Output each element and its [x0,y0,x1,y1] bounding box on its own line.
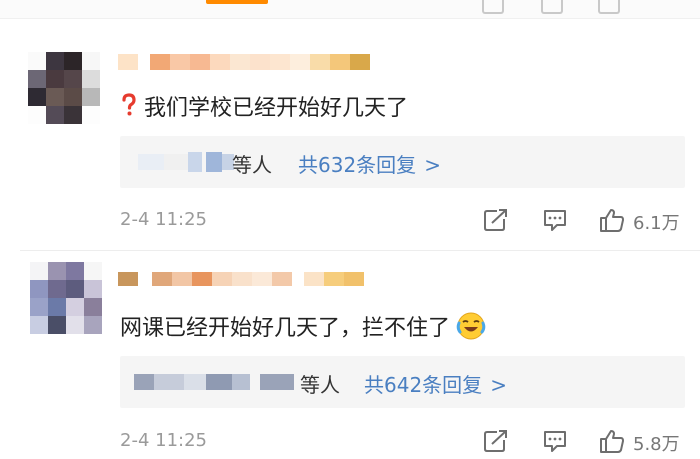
question-mark-icon [122,93,136,116]
top-partial-toolbar [0,0,700,19]
comment-item: 网课已经开始好几天了，拦不住了 等人 共642条回复 > 2-4 11:25 5… [0,254,700,459]
like-count: 6.1万 [633,213,680,234]
reply-count-link[interactable]: 共642条回复 > [364,369,507,398]
timestamp: 2-4 11:25 [120,430,207,451]
active-tab-indicator [206,0,268,4]
reply-users-pixelated [138,136,234,188]
timestamp: 2-4 11:25 [120,209,207,230]
comment-meta: 2-4 11:25 6.1万 [0,207,700,237]
replies-preview[interactable]: 等人 共642条回复 > [120,356,685,408]
comment-body: 我们学校已经开始好几天了 [144,96,409,121]
avatar[interactable] [30,262,102,334]
reply-users-suffix: 等人 [232,153,272,177]
reply-users-pixelated [134,356,294,408]
like-icon-partial[interactable] [598,0,620,14]
like-count: 5.8万 [633,434,680,455]
chevron-right-icon: > [424,153,441,177]
thumbs-up-icon[interactable] [598,207,626,233]
share-icon[interactable] [482,207,510,233]
share-icon[interactable] [482,428,510,454]
comment-item: 我们学校已经开始好几天了 等人 共632条回复 > 2-4 11:25 6.1万 [0,30,700,252]
comment-body: 网课已经开始好几天了，拦不住了 [120,316,451,341]
avatar[interactable] [28,52,100,124]
comment-meta: 2-4 11:25 5.8万 [0,428,700,458]
comment-icon-partial[interactable] [541,0,563,14]
reply-users-suffix: 等人 [300,373,340,397]
username-pixelated[interactable] [118,54,370,70]
username-pixelated[interactable] [118,260,364,298]
comment-icon[interactable] [541,207,569,233]
comment-text: 我们学校已经开始好几天了 [120,90,408,122]
share-icon-partial[interactable] [482,0,504,14]
thumbs-up-icon[interactable] [598,428,626,454]
reply-count-link[interactable]: 共632条回复 > [298,149,441,178]
comment-text: 网课已经开始好几天了，拦不住了 [120,310,486,342]
chevron-right-icon: > [490,373,507,397]
laughing-crying-emoji-icon [456,312,486,340]
comment-divider [20,250,700,251]
replies-preview[interactable]: 等人 共632条回复 > [120,136,685,188]
comment-icon[interactable] [541,428,569,454]
